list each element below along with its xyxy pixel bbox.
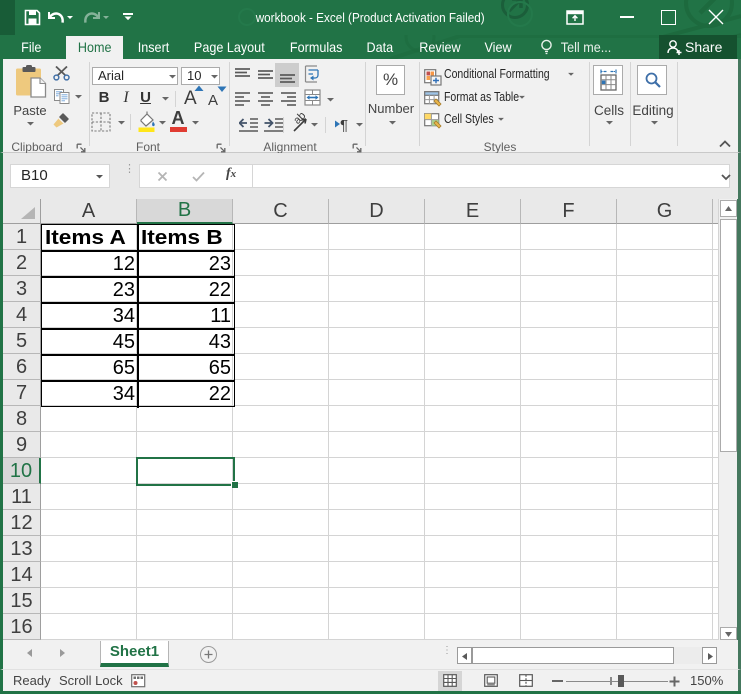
svg-text:¶: ¶ [340, 117, 348, 132]
